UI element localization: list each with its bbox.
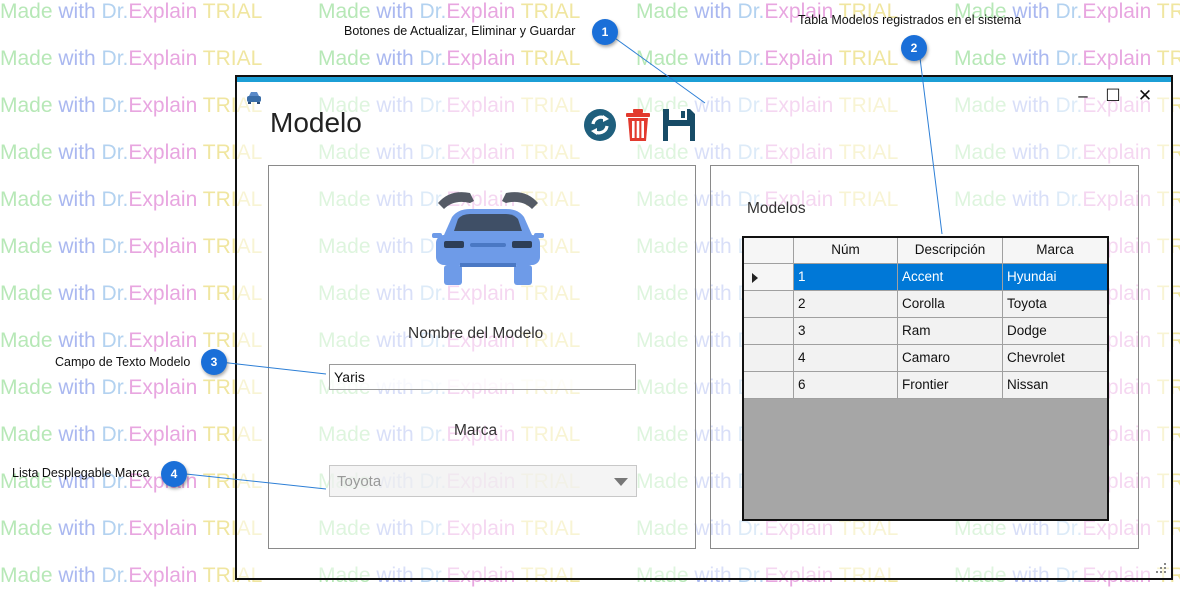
callout-line-3 [219,361,327,375]
callout-badge-2: 2 [901,35,927,61]
callout-text-1: Botones de Actualizar, Eliminar y Guarda… [344,24,576,38]
callout-line-2 [919,57,943,235]
callout-line-1 [611,35,706,104]
callout-badge-1: 1 [592,19,618,45]
callout-line-4 [185,473,327,490]
callout-badge-3: 3 [201,349,227,375]
callout-badge-4: 4 [161,461,187,487]
callout-text-4: Lista Desplegable Marca [12,466,150,480]
callout-text-3: Campo de Texto Modelo [55,355,191,369]
callout-text-2: Tabla Modelos registrados en el sistema [798,13,1022,27]
callout-lines [185,35,943,490]
